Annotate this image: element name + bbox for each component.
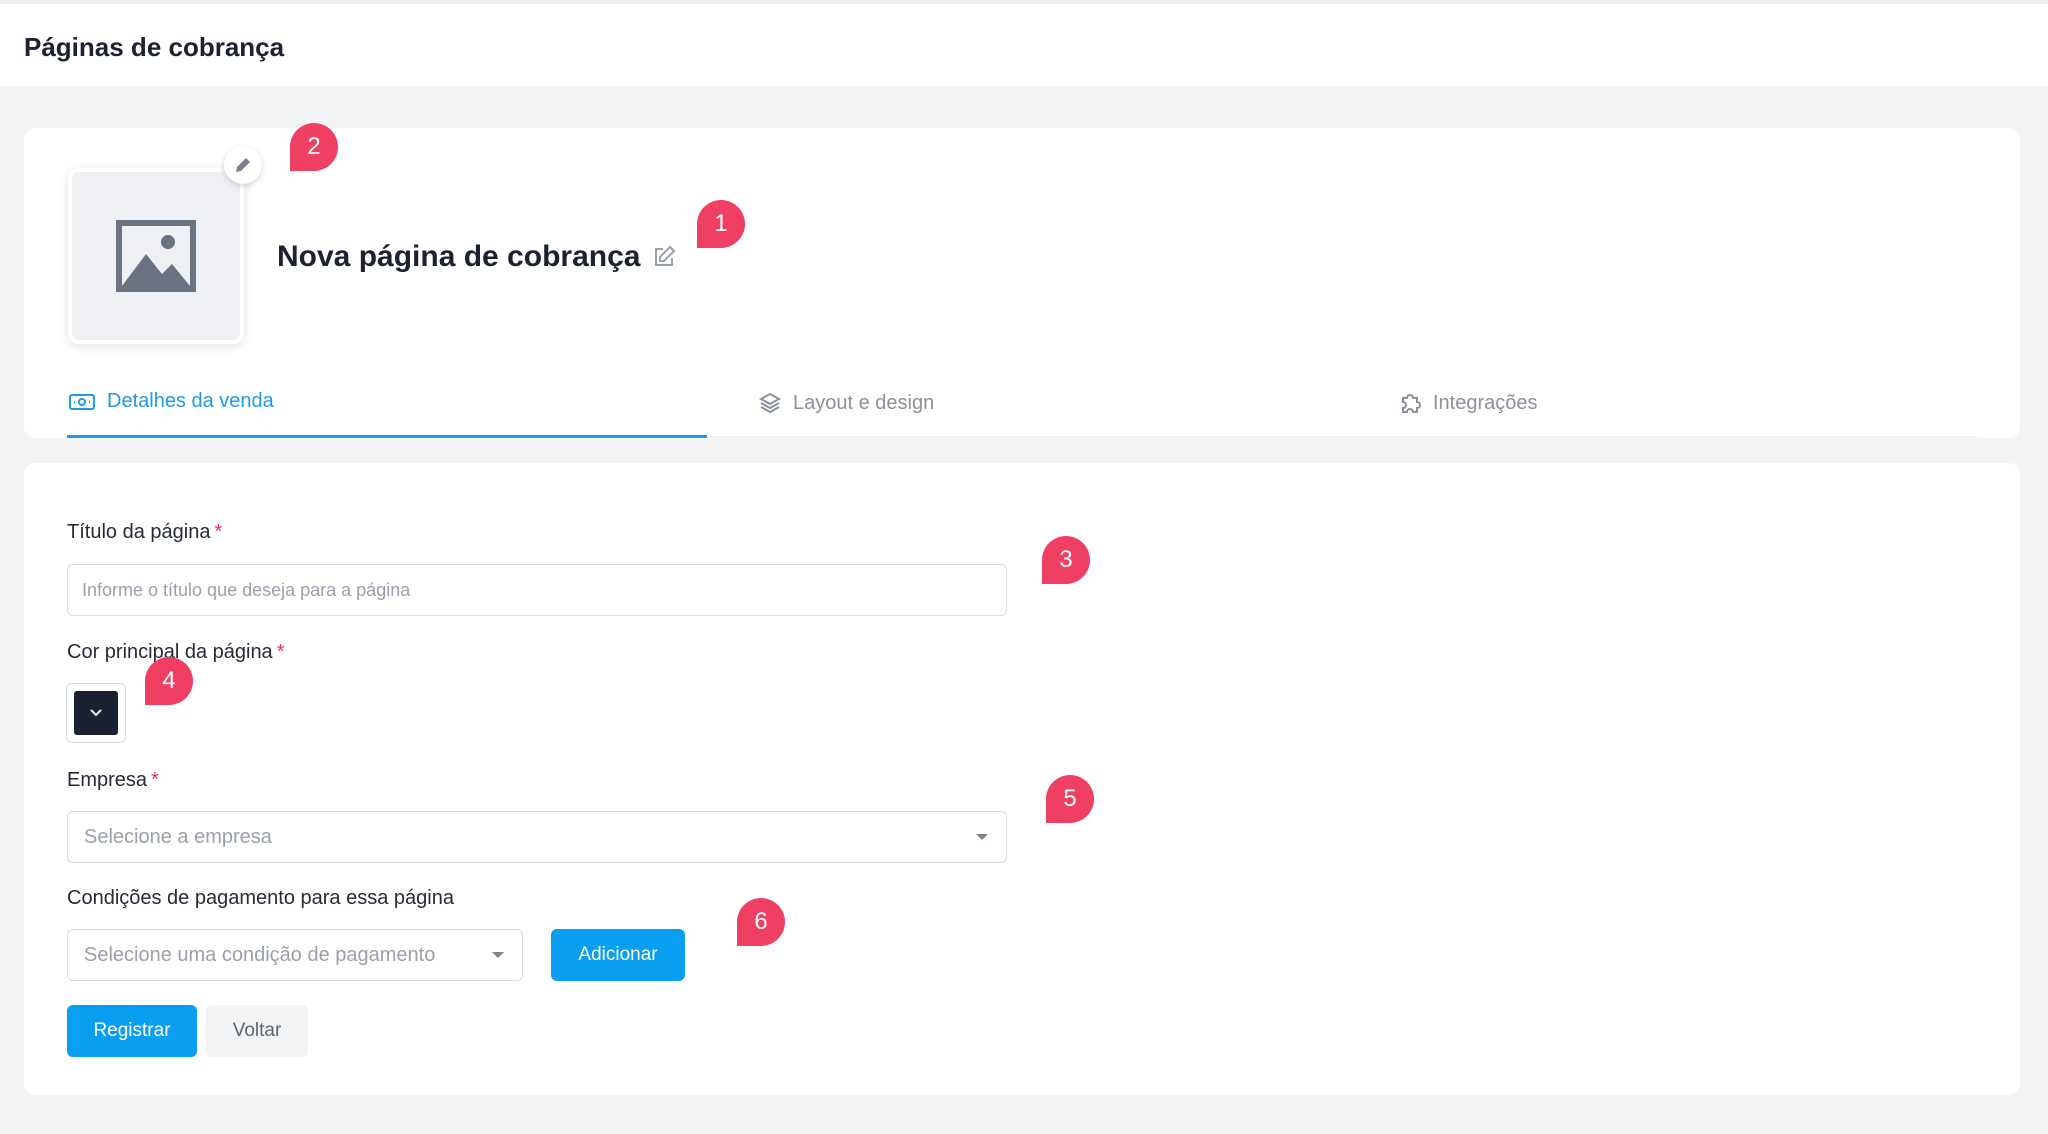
chevron-down-icon: [90, 709, 102, 717]
annotation-marker-6: 6: [737, 898, 785, 946]
tab-label: Layout e design: [793, 391, 935, 414]
page-image[interactable]: [68, 168, 244, 344]
company-label: Empresa *: [67, 769, 159, 791]
tab-detalhes-da-venda[interactable]: Detalhes da venda: [67, 368, 707, 438]
tab-label: Detalhes da venda: [107, 390, 274, 412]
payment-select-text: Selecione uma condição de pagamento: [84, 943, 436, 966]
payment-label: Condições de pagamento para essa página: [67, 887, 454, 909]
color-swatch: [74, 691, 118, 735]
tab-label: Integrações: [1433, 391, 1538, 414]
back-button[interactable]: Voltar: [206, 1005, 308, 1057]
payment-select[interactable]: Selecione uma condição de pagamento: [67, 929, 523, 981]
title-label: Título da página *: [67, 521, 223, 543]
color-picker[interactable]: [66, 683, 126, 743]
layers-icon: [759, 392, 781, 414]
annotation-marker-2: 2: [290, 123, 338, 171]
top-bar: Páginas de cobrança: [0, 0, 2048, 86]
pencil-icon: [236, 158, 250, 172]
annotation-marker-3: 3: [1042, 536, 1090, 584]
add-button[interactable]: Adicionar: [551, 929, 685, 981]
annotation-marker-5: 5: [1046, 775, 1094, 823]
tab-bar: Detalhes da venda Layout e design Integr…: [67, 368, 1977, 438]
page-header-title: Páginas de cobrança: [24, 32, 285, 62]
company-select-text: Selecione a empresa: [84, 825, 272, 848]
annotation-marker-4: 4: [145, 657, 193, 705]
company-select[interactable]: Selecione a empresa: [67, 811, 1007, 863]
image-placeholder-icon: [116, 220, 196, 292]
annotation-marker-1: 1: [697, 200, 745, 248]
edit-name-icon[interactable]: [652, 245, 676, 269]
register-button[interactable]: Registrar: [67, 1005, 197, 1057]
page-name: Nova página de cobrança: [277, 240, 676, 274]
puzzle-icon: [1402, 394, 1421, 413]
tab-layout-e-design[interactable]: Layout e design: [757, 368, 934, 438]
caret-down-icon: [492, 952, 504, 958]
page-name-text: Nova página de cobrança: [277, 240, 641, 273]
title-input[interactable]: [67, 564, 1007, 616]
banknote-icon: [69, 393, 95, 410]
caret-down-icon: [976, 834, 988, 840]
header-card: Nova página de cobrança Detalhes da vend…: [24, 128, 2020, 438]
edit-image-button[interactable]: [224, 146, 262, 184]
form-card: Título da página* Cor principal da págin…: [24, 463, 2020, 1095]
tab-integracoes[interactable]: Integrações: [1397, 368, 1538, 438]
